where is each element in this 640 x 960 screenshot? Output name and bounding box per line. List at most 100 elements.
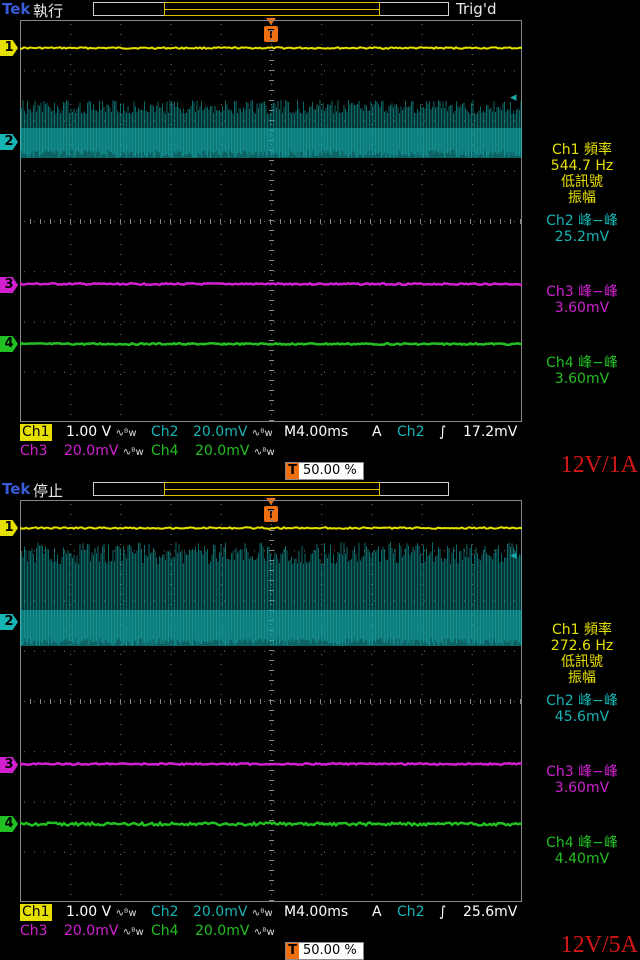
ch4-measure-value: 4.40mV — [554, 851, 610, 867]
ch3-measure-value: 3.60mV — [554, 780, 610, 796]
trigger-source[interactable]: Ch2 — [397, 904, 425, 921]
ch1-trace — [20, 46, 522, 51]
bw-limit-icon: ∿ᴮw — [115, 428, 137, 439]
ch4-scale: 20.0mV — [195, 443, 250, 459]
scope-panel-1: Tek 執行 Trig'd T 1 2 3 4 ◂ Ch1 頻率 544.7 H… — [0, 0, 640, 480]
bw-limit-icon: ∿ᴮw — [122, 927, 144, 938]
ch2-pk2pk-readout: Ch2 峰−峰 45.6mV — [524, 693, 640, 725]
timebase[interactable]: M4.00ms — [284, 424, 348, 441]
ch3-measure-title: Ch3 峰−峰 — [546, 764, 618, 780]
ch2-scale: 20.0mV — [193, 904, 248, 920]
ch4-measure-title: Ch4 峰−峰 — [546, 835, 618, 851]
record-view-bar — [93, 2, 449, 16]
run-state: 執行 — [33, 2, 64, 20]
ch1-scale: 1.00 V — [66, 424, 112, 440]
trigger-position-readout: T 50.00 % — [285, 462, 364, 480]
ch3-pk2pk-readout: Ch3 峰−峰 3.60mV — [524, 764, 640, 796]
ch1-measure-value: 272.6 Hz — [550, 638, 614, 654]
ch4-pk2pk-readout: Ch4 峰−峰 4.40mV — [524, 835, 640, 867]
run-state: 停止 — [33, 482, 64, 500]
ch1-measure-value: 544.7 Hz — [550, 158, 614, 174]
trigger-level[interactable]: 17.2mV — [463, 424, 517, 441]
trigger-slope-icon: ∫ — [439, 904, 447, 920]
trigger-slope-icon: ∫ — [439, 424, 447, 440]
ch1-label[interactable]: Ch1 — [20, 904, 52, 921]
ch3-scale: 20.0mV — [64, 443, 119, 459]
ch1-measure-note2: 振幅 — [568, 190, 596, 206]
ch3-ground-marker[interactable]: 3 — [0, 277, 18, 293]
tek-logo: Tek — [2, 0, 31, 18]
load-condition-label: 12V/1A — [560, 452, 638, 478]
bw-limit-icon: ∿ᴮw — [251, 908, 273, 919]
trigger-mode: A — [372, 424, 382, 440]
graticule-dots — [20, 20, 521, 421]
ch2-label[interactable]: Ch2 — [151, 904, 179, 920]
ch1-scale: 1.00 V — [66, 904, 112, 920]
record-view-bar — [93, 482, 449, 496]
timebase[interactable]: M4.00ms — [284, 904, 348, 921]
ch2-measure-title: Ch2 峰−峰 — [546, 213, 618, 229]
top-status-bar: Tek 執行 Trig'd — [0, 0, 640, 20]
ch4-label[interactable]: Ch4 — [151, 443, 179, 459]
ch2-measure-value: 45.6mV — [554, 709, 610, 725]
ch3-pk2pk-readout: Ch3 峰−峰 3.60mV — [524, 284, 640, 316]
ch4-ground-marker[interactable]: 4 — [0, 336, 18, 352]
ch3-label[interactable]: Ch3 — [20, 923, 48, 939]
ch2-ground-marker[interactable]: 2 — [0, 134, 18, 150]
trigger-level-arrow-icon: ◂ — [510, 90, 517, 105]
ch3-trace — [20, 761, 522, 767]
ch1-measure-note2: 振幅 — [568, 670, 596, 686]
ch2-measure-title: Ch2 峰−峰 — [546, 693, 618, 709]
ch1-measure-note1: 低訊號 — [561, 654, 603, 670]
ch3-ground-marker[interactable]: 3 — [0, 757, 18, 773]
trigger-t-icon: T — [286, 943, 299, 959]
trigger-state: Trig'd — [456, 0, 497, 18]
ch4-label[interactable]: Ch4 — [151, 923, 179, 939]
scope-panel-2: Tek 停止 T 1 2 3 4 ◂ Ch1 頻率 272.6 Hz 低訊號 振… — [0, 480, 640, 960]
trigger-position-percent: 50.00 % — [303, 943, 357, 958]
ch1-frequency-readout: Ch1 頻率 544.7 Hz 低訊號 振幅 — [524, 142, 640, 206]
ch2-pk2pk-readout: Ch2 峰−峰 25.2mV — [524, 213, 640, 245]
ch3-measure-value: 3.60mV — [554, 300, 610, 316]
ch4-pk2pk-readout: Ch4 峰−峰 3.60mV — [524, 355, 640, 387]
load-condition-label: 12V/5A — [560, 932, 638, 958]
record-view-window — [164, 2, 380, 16]
ch3-label[interactable]: Ch3 — [20, 443, 48, 459]
trigger-position-readout: T 50.00 % — [285, 942, 364, 960]
trigger-source[interactable]: Ch2 — [397, 424, 425, 441]
top-status-bar: Tek 停止 — [0, 480, 640, 500]
ch1-ground-marker[interactable]: 1 — [0, 40, 18, 56]
record-view-window — [164, 482, 380, 496]
ch4-trace — [20, 820, 522, 828]
trigger-t-icon: T — [286, 463, 299, 479]
ch3-trace — [20, 281, 522, 287]
trigger-mode: A — [372, 904, 382, 920]
ch4-trace — [20, 341, 522, 347]
ch1-trace — [20, 525, 522, 530]
bw-limit-icon: ∿ᴮw — [122, 447, 144, 458]
ch4-ground-marker[interactable]: 4 — [0, 816, 18, 832]
ch4-measure-value: 3.60mV — [554, 371, 610, 387]
waveform-graticule — [20, 20, 522, 422]
bw-limit-icon: ∿ᴮw — [253, 447, 275, 458]
ch2-scale: 20.0mV — [193, 424, 248, 440]
ch2-ground-marker[interactable]: 2 — [0, 614, 18, 630]
ch4-scale: 20.0mV — [195, 923, 250, 939]
ch1-label[interactable]: Ch1 — [20, 424, 52, 441]
bw-limit-icon: ∿ᴮw — [253, 927, 275, 938]
bw-limit-icon: ∿ᴮw — [115, 908, 137, 919]
ch1-frequency-readout: Ch1 頻率 272.6 Hz 低訊號 振幅 — [524, 622, 640, 686]
ch1-ground-marker[interactable]: 1 — [0, 520, 18, 536]
ch2-measure-value: 25.2mV — [554, 229, 610, 245]
ch2-trace — [20, 100, 522, 158]
waveform-graticule — [20, 500, 522, 902]
tek-logo: Tek — [2, 480, 31, 498]
ch3-measure-title: Ch3 峰−峰 — [546, 284, 618, 300]
ch2-label[interactable]: Ch2 — [151, 424, 179, 440]
ch1-measure-title: Ch1 頻率 — [551, 142, 612, 158]
bw-limit-icon: ∿ᴮw — [251, 428, 273, 439]
trigger-level[interactable]: 25.6mV — [463, 904, 517, 921]
ch1-measure-note1: 低訊號 — [561, 174, 603, 190]
trigger-level-arrow-icon: ◂ — [510, 548, 517, 563]
ch4-measure-title: Ch4 峰−峰 — [546, 355, 618, 371]
